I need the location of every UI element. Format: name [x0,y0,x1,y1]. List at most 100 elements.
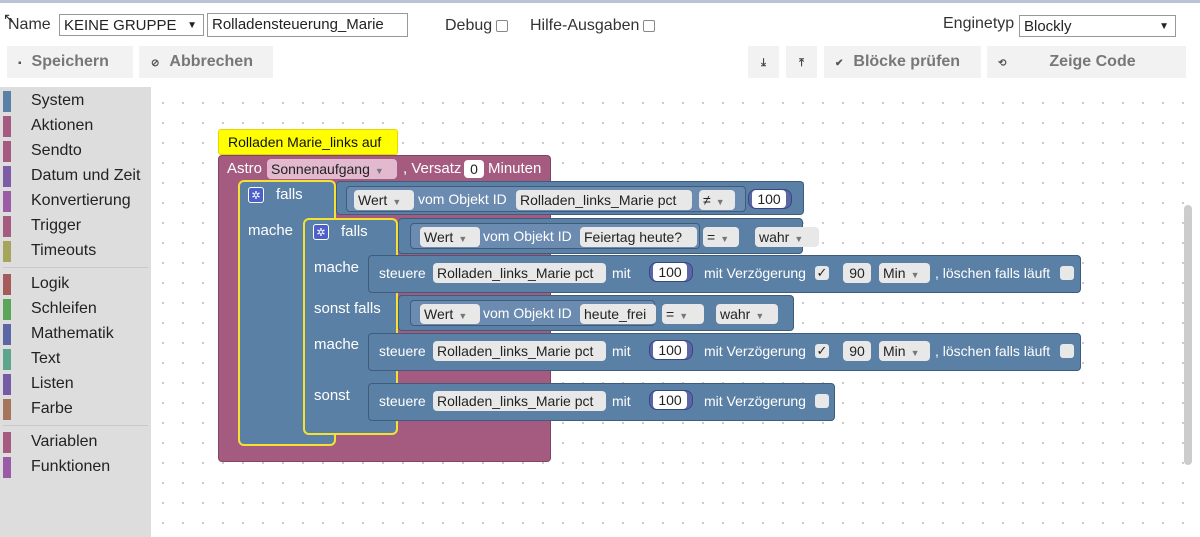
boolean-dropdown[interactable]: wahr ▼ [716,304,778,324]
sidebar-item-label: Variablen [31,433,98,450]
sidebar-item-datum-und-zeit[interactable]: Datum und Zeit [0,164,151,189]
delay-value-field[interactable]: 90 [843,263,871,283]
export-button[interactable]: ⤓ [748,46,779,78]
clear-running-checkbox[interactable] [1060,266,1074,280]
number-value[interactable]: 100 [653,391,687,409]
delay-unit-dropdown[interactable]: Min ▼ [879,341,930,361]
object-id-field[interactable]: Feiertag heute? [580,227,697,247]
category-color-bar [3,191,11,212]
check-blocks-label: Blöcke prüfen [853,53,961,70]
sidebar-item-system[interactable]: System [0,89,151,114]
clear-running-label: , löschen falls läuft [935,343,1051,359]
gear-icon[interactable]: ✲ [248,187,264,203]
object-id-field[interactable]: heute_frei [580,304,656,324]
number-value[interactable]: 100 [653,263,687,281]
sidebar-item-label: Listen [31,375,74,392]
category-color-bar [3,216,11,237]
chevron-down-icon: ▼ [458,311,468,321]
sidebar-item-text[interactable]: Text [0,347,151,372]
sidebar-item-schleifen[interactable]: Schleifen [0,297,151,322]
sidebar-item-label: Text [31,350,61,367]
with-keyword: mit [612,393,631,409]
operator-dropdown[interactable]: ≠ ▼ [699,190,735,210]
operator-dropdown[interactable]: = ▼ [662,304,704,324]
sidebar-item-label: Farbe [31,400,73,417]
category-color-bar [3,241,11,262]
number-value[interactable]: 100 [653,341,687,359]
sidebar-item-trigger[interactable]: Trigger [0,214,151,239]
sidebar-item-timeouts[interactable]: Timeouts [0,239,151,264]
sidebar-item-funktionen[interactable]: Funktionen [0,455,151,480]
delay-value-field[interactable]: 90 [843,341,871,361]
object-id-field[interactable]: Rolladen_links_Marie pct [433,341,606,361]
elseif-keyword: sonst falls [314,300,381,317]
boolean-dropdown[interactable]: wahr ▼ [755,227,819,247]
script-name-input[interactable]: Rolladensteuerung_Marie [207,13,408,37]
sidebar-item-variablen[interactable]: Variablen [0,430,151,455]
sidebar-item-logik[interactable]: Logik [0,272,151,297]
sidebar-item-label: System [31,92,85,109]
astro-offset-field[interactable]: 0 [464,160,484,178]
download-icon: ⤓ [761,57,766,69]
sidebar-item-aktionen[interactable]: Aktionen [0,114,151,139]
group-select-value: KEINE GRUPPE [64,17,177,34]
enginetype-select[interactable]: Blockly ▼ [1019,15,1176,37]
save-icon: ▪ [18,58,22,69]
control-keyword: steuere [379,393,426,409]
if-keyword: falls [276,186,303,203]
delay-unit-dropdown[interactable]: Min ▼ [879,263,930,283]
sidebar-item-mathematik[interactable]: Mathematik [0,322,151,347]
sidebar-item-label: Datum und Zeit [31,167,141,184]
workspace-scrollbar[interactable] [1184,205,1192,465]
sidebar-item-label: Sendto [31,142,82,159]
clear-running-checkbox[interactable] [1060,344,1074,358]
check-blocks-button[interactable]: ✔ Blöcke prüfen [824,46,981,78]
help-toggle[interactable]: Hilfe-Ausgaben [530,17,656,35]
cancel-button[interactable]: ⊘ Abbrechen [139,46,273,78]
value-type-dropdown[interactable]: Wert ▼ [354,190,414,210]
category-color-bar [3,91,11,112]
sidebar-item-label: Schleifen [31,300,97,317]
import-button[interactable]: ⤒ [786,46,817,78]
debug-toggle[interactable]: Debug [445,17,509,35]
show-code-button[interactable]: ⟲ Zeige Code [987,46,1186,78]
operator-dropdown[interactable]: = ▼ [703,227,739,247]
object-id-label: vom Objekt ID [483,228,572,244]
gear-icon[interactable]: ✲ [313,224,329,240]
sidebar-item-farbe[interactable]: Farbe [0,397,151,422]
sidebar-item-konvertierung[interactable]: Konvertierung [0,189,151,214]
chevron-down-icon: ▼ [458,234,468,244]
object-id-field[interactable]: Rolladen_links_Marie pct [433,263,606,283]
debug-checkbox[interactable] [496,19,509,32]
astro-prefix-label: Astro [227,160,263,177]
category-color-bar [3,116,11,137]
value-type-label: Wert [424,229,454,245]
help-checkbox[interactable] [643,19,656,32]
else-keyword: sonst [314,387,350,404]
help-label: Hilfe-Ausgaben [530,17,640,34]
astro-event-dropdown[interactable]: Sonnenaufgang ▼ [267,159,397,179]
object-id-label: vom Objekt ID [418,191,507,207]
group-select[interactable]: KEINE GRUPPE ▼ [59,14,204,36]
chevron-down-icon: ▼ [187,20,197,31]
operator-value: = [707,229,716,245]
category-color-bar [3,324,11,345]
name-label: Name [8,16,51,33]
sidebar-item-listen[interactable]: Listen [0,372,151,397]
do-keyword: mache [248,222,294,239]
value-type-dropdown[interactable]: Wert ▼ [420,304,480,324]
sidebar-item-sendto[interactable]: Sendto [0,139,151,164]
chevron-down-icon: ▼ [910,270,920,280]
toolbox-sidebar: System Aktionen Sendto Datum und Zeit Ko… [0,87,151,537]
object-id-field[interactable]: Rolladen_links_Marie pct [433,391,606,411]
sidebar-item-label: Timeouts [31,242,97,259]
value-type-dropdown[interactable]: Wert ▼ [420,227,480,247]
comment-block[interactable]: Rolladen Marie_links auf [218,129,398,155]
delay-checkbox[interactable]: ✓ [815,266,829,280]
number-value[interactable]: 100 [752,190,786,208]
object-id-field[interactable]: Rolladen_links_Marie pct [516,190,692,210]
save-button[interactable]: ▪ Speichern [7,46,133,78]
enginetype-label: Enginetyp [943,15,1015,32]
delay-checkbox[interactable] [815,394,829,408]
delay-checkbox[interactable]: ✓ [815,344,829,358]
